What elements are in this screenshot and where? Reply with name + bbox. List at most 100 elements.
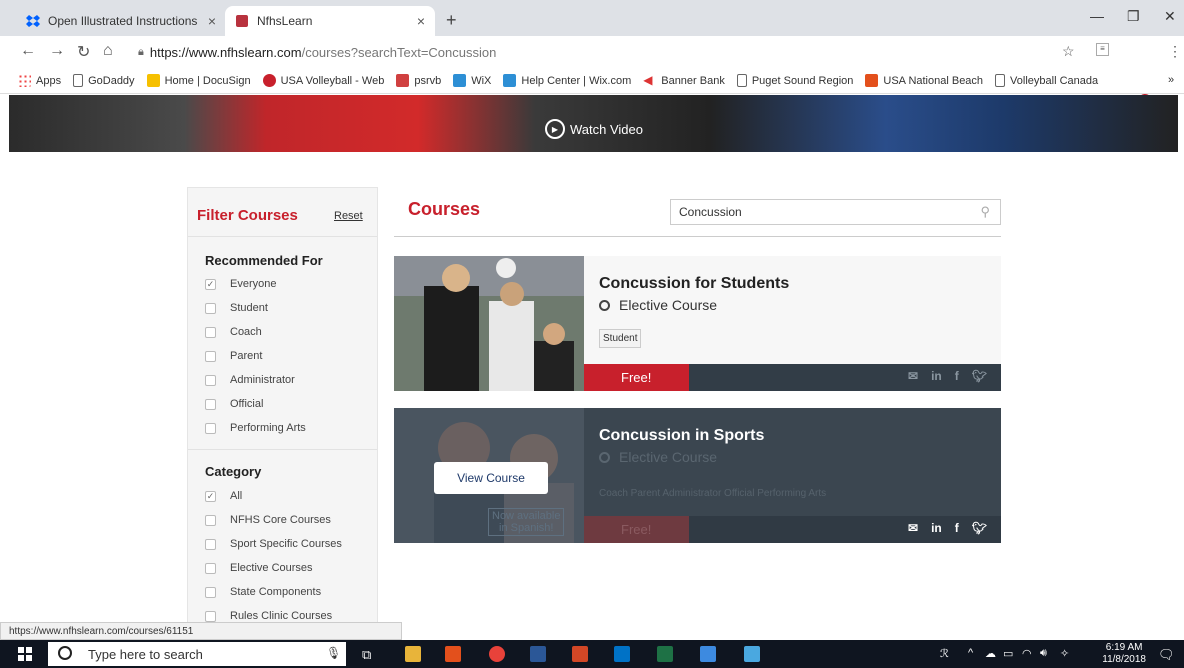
volume-icon[interactable]: 🔊︎ xyxy=(1040,647,1047,660)
back-icon[interactable]: ← xyxy=(20,42,36,60)
filter-option-official[interactable]: Official xyxy=(205,398,263,410)
checkbox[interactable] xyxy=(205,422,216,434)
chrome-icon[interactable] xyxy=(489,646,505,662)
course-title[interactable]: Concussion in Sports xyxy=(599,427,764,445)
course-tag: Student xyxy=(599,329,642,348)
tab-instructions[interactable]: Open Illustrated Instructions for I × xyxy=(16,6,226,36)
course-card-hover[interactable]: View Course Now available in Spanish! Co… xyxy=(394,408,1001,543)
microphone-icon[interactable]: 🎙︎ xyxy=(326,646,341,660)
task-view-icon[interactable]: ⧉ xyxy=(362,647,371,663)
checkbox[interactable] xyxy=(205,350,216,362)
filter-option-everyone[interactable]: ✓ Everyone xyxy=(205,278,276,290)
checkbox[interactable] xyxy=(205,514,216,526)
restore-icon[interactable]: ❐ xyxy=(1127,8,1140,25)
checkbox[interactable] xyxy=(205,374,216,386)
checkbox-checked[interactable]: ✓ xyxy=(205,490,216,502)
wifi-icon[interactable]: ◠ xyxy=(1022,647,1032,660)
checkbox[interactable] xyxy=(205,538,216,550)
checkbox-checked[interactable]: ✓ xyxy=(205,278,216,290)
bookmark-wix-help[interactable]: Help Center | Wix.com xyxy=(503,74,631,87)
course-card[interactable]: Concussion for Students Elective Course … xyxy=(394,256,1001,391)
outlook-icon[interactable] xyxy=(614,646,630,662)
app-icon[interactable] xyxy=(744,646,760,662)
powerpoint-icon[interactable] xyxy=(572,646,588,662)
notifications-icon[interactable]: 🗨︎ xyxy=(1158,647,1175,663)
bookmark-psrvb[interactable]: psrvb xyxy=(396,74,441,87)
email-icon[interactable]: ✉ xyxy=(908,521,918,535)
people-icon[interactable]: ℛ xyxy=(940,647,949,660)
checkbox[interactable] xyxy=(205,326,216,338)
bookmark-banner-bank[interactable]: ◀ Banner Bank xyxy=(643,74,725,87)
bookmark-usa-volleyball[interactable]: USA Volleyball - Web xyxy=(262,74,384,87)
course-title[interactable]: Concussion for Students xyxy=(599,275,789,293)
facebook-icon[interactable]: f xyxy=(955,521,959,535)
filter-option-administrator[interactable]: Administrator xyxy=(205,374,295,386)
bookmark-label: GoDaddy xyxy=(88,74,135,87)
filter-option-elective[interactable]: Elective Courses xyxy=(205,562,313,574)
dropbox-icon[interactable] xyxy=(700,646,716,662)
twitter-icon[interactable]: 🐦︎ xyxy=(972,369,987,383)
filter-option-rules-clinic[interactable]: Rules Clinic Courses xyxy=(205,610,332,622)
wix-icon xyxy=(453,74,467,87)
filter-option-coach[interactable]: Coach xyxy=(205,326,262,338)
taskbar-search-input[interactable]: Type here to search 🎙︎ xyxy=(48,642,346,666)
reload-icon[interactable]: ↻ xyxy=(77,42,90,62)
bookmark-godaddy[interactable]: GoDaddy xyxy=(73,74,135,87)
filter-option-sport-specific[interactable]: Sport Specific Courses xyxy=(205,538,342,550)
bookmark-docusign[interactable]: Home | DocuSign xyxy=(146,74,251,87)
forward-icon[interactable]: → xyxy=(49,42,65,60)
twitter-icon[interactable]: 🐦︎ xyxy=(972,521,987,535)
checkbox[interactable] xyxy=(205,610,216,622)
tab-nfhslearn[interactable]: NfhsLearn × xyxy=(225,6,435,36)
watch-video-link[interactable]: ▶ Watch Video xyxy=(545,119,643,139)
show-hidden-icons-icon[interactable]: ^ xyxy=(968,647,973,659)
filter-option-performing-arts[interactable]: Performing Arts xyxy=(205,422,306,434)
bookmark-volleyball-canada[interactable]: Volleyball Canada xyxy=(995,74,1098,87)
filter-option-parent[interactable]: Parent xyxy=(205,350,262,362)
excel-icon[interactable] xyxy=(657,646,673,662)
course-search-input[interactable]: Concussion ⚲ xyxy=(670,199,1001,225)
reset-link[interactable]: Reset xyxy=(334,210,363,222)
windows-start-icon[interactable] xyxy=(18,647,32,661)
course-thumbnail xyxy=(394,256,584,391)
file-explorer-icon[interactable] xyxy=(405,646,421,662)
spanish-line: in Spanish! xyxy=(499,522,554,534)
clock[interactable]: 6:19 AM 11/8/2018 xyxy=(1102,642,1146,666)
star-icon[interactable]: ☆ xyxy=(1062,43,1075,60)
bookmarks-bar: Apps GoDaddy Home | DocuSign USA Volleyb… xyxy=(0,68,1184,94)
checkbox[interactable] xyxy=(205,302,216,314)
linkedin-icon[interactable]: in xyxy=(931,369,942,383)
bookmark-wix[interactable]: WiX xyxy=(453,74,491,87)
more-bookmarks-icon[interactable]: » xyxy=(1168,74,1174,86)
new-tab-icon[interactable]: + xyxy=(446,10,457,31)
email-icon[interactable]: ✉ xyxy=(908,369,918,383)
word-icon[interactable] xyxy=(530,646,546,662)
filter-option-all[interactable]: ✓ All xyxy=(205,490,242,502)
page-content: ▶ Watch Video Filter Courses Reset Recom… xyxy=(0,95,1178,640)
dropbox-tray-icon[interactable]: ✧ xyxy=(1060,647,1069,660)
address-bar[interactable]: 🔒︎ https://www.nfhslearn.com /courses?se… xyxy=(138,41,1078,63)
linkedin-icon[interactable]: in xyxy=(931,521,942,535)
office-icon[interactable] xyxy=(445,646,461,662)
search-icon[interactable]: ⚲ xyxy=(980,204,990,220)
filter-option-nfhs-core[interactable]: NFHS Core Courses xyxy=(205,514,331,526)
home-icon[interactable]: ⌂ xyxy=(103,42,113,60)
filter-option-student[interactable]: Student xyxy=(205,302,268,314)
close-window-icon[interactable]: ✕ xyxy=(1164,8,1176,25)
bookmark-apps[interactable]: Apps xyxy=(18,74,61,87)
filter-option-state-components[interactable]: State Components xyxy=(205,586,321,598)
menu-icon[interactable]: ⋮ xyxy=(1168,43,1182,60)
checkbox[interactable] xyxy=(205,562,216,574)
onedrive-icon[interactable]: ☁ xyxy=(985,647,996,660)
close-tab-icon[interactable]: × xyxy=(417,13,425,29)
bookmark-puget-sound[interactable]: Puget Sound Region xyxy=(736,74,853,87)
bookmark-usa-beach[interactable]: USA National Beach xyxy=(865,74,983,87)
close-tab-icon[interactable]: × xyxy=(208,13,216,29)
checkbox[interactable] xyxy=(205,586,216,598)
extension-icon[interactable]: ≡ xyxy=(1096,43,1109,56)
view-course-button[interactable]: View Course xyxy=(434,462,548,494)
facebook-icon[interactable]: f xyxy=(955,369,959,383)
minimize-icon[interactable]: — xyxy=(1090,8,1104,24)
battery-icon[interactable]: ▭ xyxy=(1003,647,1013,660)
checkbox[interactable] xyxy=(205,398,216,410)
